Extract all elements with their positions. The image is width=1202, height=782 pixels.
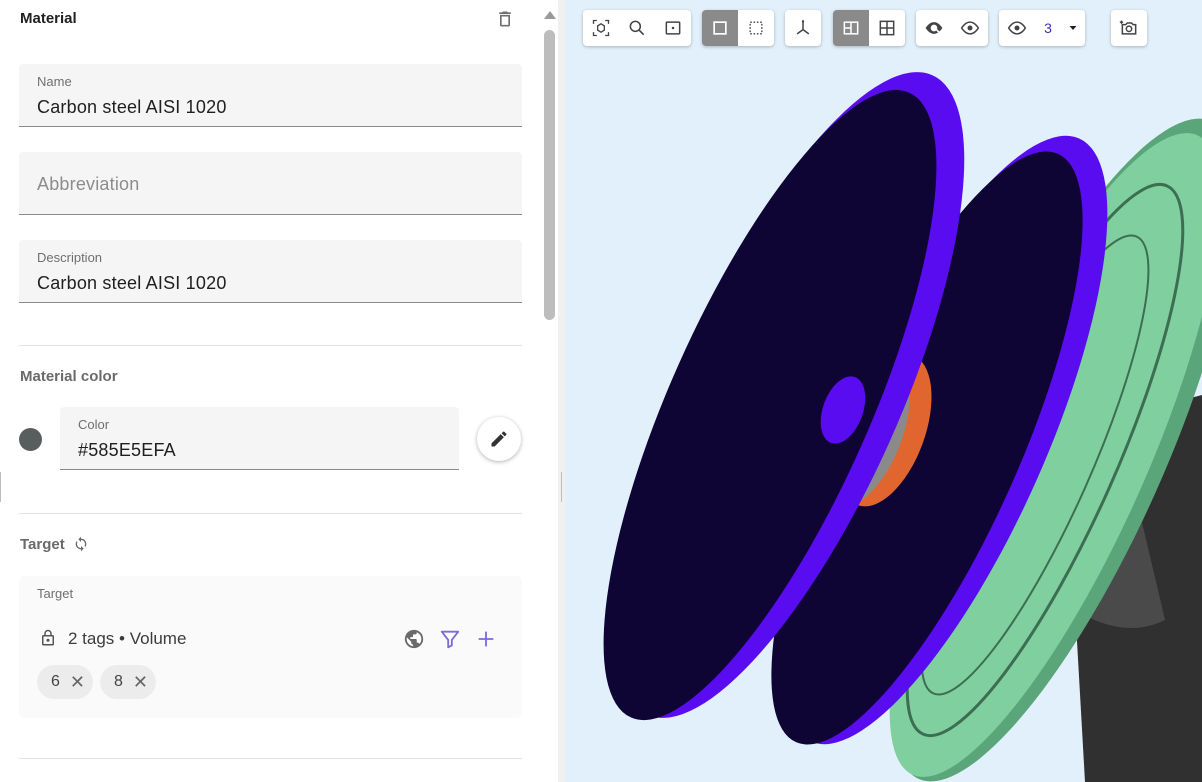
color-swatch[interactable] bbox=[19, 428, 42, 451]
tag-chip-label: 6 bbox=[51, 673, 60, 690]
name-value[interactable]: Carbon steel AISI 1020 bbox=[37, 97, 227, 118]
resize-grip[interactable] bbox=[0, 472, 1, 502]
tag-chip-label: 8 bbox=[114, 673, 123, 690]
lock-icon bbox=[42, 629, 54, 646]
screenshot-group bbox=[1111, 10, 1147, 46]
delete-icon[interactable] bbox=[495, 9, 515, 29]
zoom-view-button[interactable] bbox=[619, 10, 655, 46]
target-title-text: Target bbox=[20, 536, 65, 553]
grid-icon bbox=[879, 20, 895, 36]
name-label: Name bbox=[37, 74, 72, 89]
split-view-icon bbox=[843, 21, 859, 35]
remove-chip-icon[interactable]: ✕ bbox=[133, 673, 148, 691]
filter-icon[interactable] bbox=[439, 628, 461, 650]
visibility-group bbox=[916, 10, 988, 46]
splitter-grip[interactable] bbox=[561, 472, 562, 502]
section-divider bbox=[19, 345, 522, 346]
add-icon[interactable] bbox=[475, 628, 497, 650]
abbreviation-placeholder[interactable]: Abbreviation bbox=[37, 174, 139, 195]
globe-icon[interactable] bbox=[403, 628, 425, 650]
box-select-button[interactable] bbox=[738, 10, 774, 46]
view-tools-group bbox=[583, 10, 691, 46]
material-panel: Material Name Carbon steel AISI 1020 Abb… bbox=[0, 0, 540, 782]
color-label: Color bbox=[78, 417, 110, 432]
layout-group bbox=[833, 10, 905, 46]
color-value[interactable]: #585E5EFA bbox=[78, 440, 176, 461]
visible-count-caret[interactable] bbox=[1061, 10, 1085, 46]
abbreviation-field[interactable]: Abbreviation bbox=[19, 152, 522, 215]
screenshot-button[interactable] bbox=[1111, 10, 1147, 46]
pencil-icon bbox=[491, 431, 507, 447]
axes-button[interactable] bbox=[785, 10, 821, 46]
split-view-button[interactable] bbox=[833, 10, 869, 46]
scrollbar-thumb[interactable] bbox=[544, 30, 555, 320]
eye-outline-icon bbox=[960, 21, 980, 35]
axes-group bbox=[785, 10, 821, 46]
selection-mode-group bbox=[702, 10, 774, 46]
tag-chip[interactable]: 6 ✕ bbox=[37, 665, 93, 699]
zoom-box-button[interactable] bbox=[655, 10, 691, 46]
solid-select-button[interactable] bbox=[702, 10, 738, 46]
target-card: Target 2 tags • Volume 6 ✕ 8 ✕ bbox=[19, 576, 522, 718]
target-card-label: Target bbox=[37, 586, 74, 601]
quad-view-button[interactable] bbox=[869, 10, 905, 46]
scroll-up-arrow[interactable] bbox=[544, 11, 556, 19]
visible-count-group: 3 bbox=[999, 10, 1085, 46]
zoom-box-icon bbox=[665, 21, 681, 35]
3d-viewport[interactable]: 3 bbox=[565, 0, 1202, 782]
panel-splitter[interactable] bbox=[558, 0, 565, 782]
color-field[interactable]: Color #585E5EFA bbox=[60, 407, 459, 470]
visibility-dropdown-button[interactable] bbox=[999, 10, 1035, 46]
eye-count-icon bbox=[1007, 21, 1027, 35]
square-icon bbox=[713, 21, 727, 35]
fit-cube-icon bbox=[592, 19, 610, 37]
section-divider bbox=[19, 758, 522, 759]
description-label: Description bbox=[37, 250, 103, 265]
sync-icon[interactable] bbox=[73, 536, 89, 552]
target-summary: 2 tags • Volume bbox=[68, 629, 187, 648]
visible-count[interactable]: 3 bbox=[1035, 10, 1061, 46]
remove-chip-icon[interactable]: ✕ bbox=[70, 673, 85, 691]
fit-view-button[interactable] bbox=[583, 10, 619, 46]
target-title: Target bbox=[20, 536, 89, 553]
zoom-icon bbox=[629, 20, 645, 36]
description-value[interactable]: Carbon steel AISI 1020 bbox=[37, 273, 227, 294]
description-field[interactable]: Description Carbon steel AISI 1020 bbox=[19, 240, 522, 303]
hide-selected-button[interactable] bbox=[916, 10, 952, 46]
show-all-button[interactable] bbox=[952, 10, 988, 46]
axes-icon bbox=[796, 20, 810, 35]
tag-chip[interactable]: 8 ✕ bbox=[100, 665, 156, 699]
name-field[interactable]: Name Carbon steel AISI 1020 bbox=[19, 64, 522, 127]
section-divider bbox=[19, 513, 522, 514]
caret-down-icon bbox=[1069, 26, 1077, 30]
eye-filled-icon bbox=[925, 22, 943, 35]
3d-model-scene[interactable] bbox=[565, 0, 1202, 782]
edit-color-button[interactable] bbox=[477, 417, 521, 461]
camera-icon bbox=[1119, 20, 1137, 35]
dashed-square-icon bbox=[749, 21, 763, 35]
panel-title: Material bbox=[20, 10, 77, 27]
material-color-title: Material color bbox=[20, 368, 118, 385]
